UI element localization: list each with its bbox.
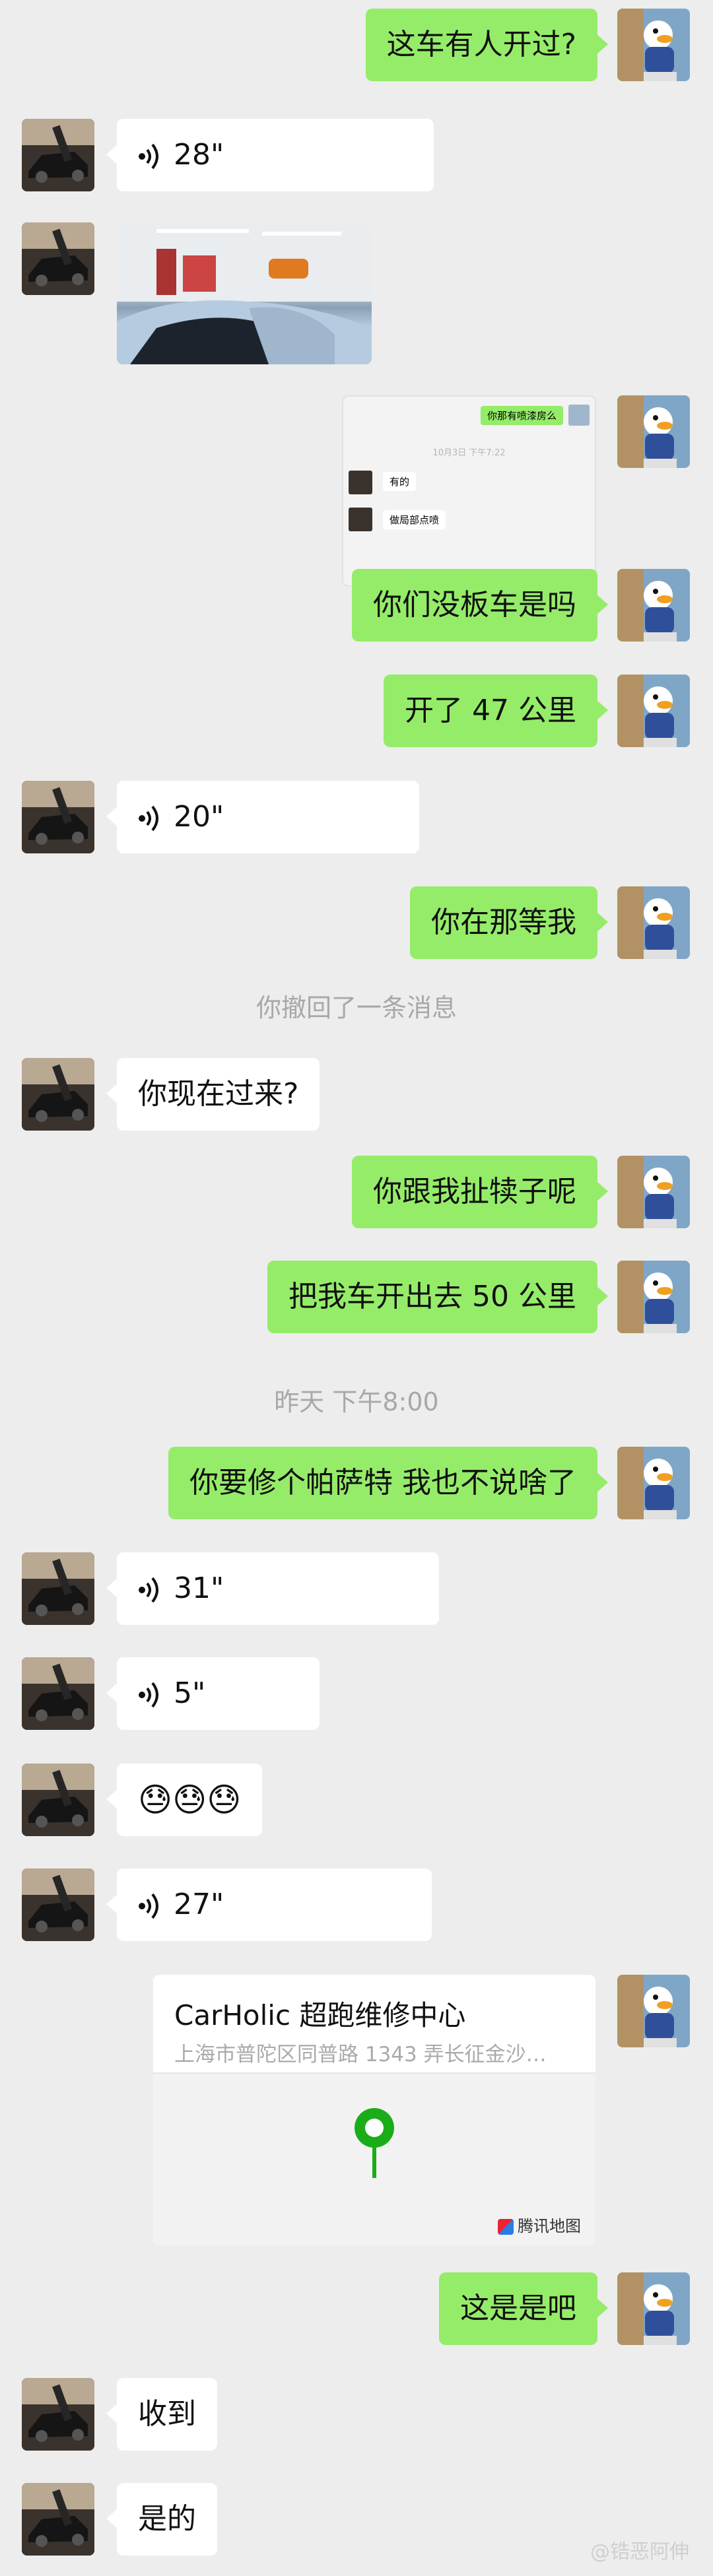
timestamp: 10月3日 下午7:22	[432, 448, 506, 458]
message-text: 你们没板车是吗	[373, 588, 576, 622]
message-bubble[interactable]: 你在那等我	[410, 886, 608, 959]
voice-wave-icon	[138, 142, 162, 171]
time-divider: 昨天 下午8:00	[274, 1387, 439, 1416]
voice-duration: 5"	[174, 1676, 206, 1710]
message-bubble[interactable]: 你们没板车是吗	[352, 569, 608, 642]
voice-message[interactable]: 20"	[106, 781, 419, 853]
quoted-message: 你那有喷漆房么	[480, 406, 563, 425]
message-text: 是的	[138, 2502, 196, 2536]
my-avatar[interactable]	[617, 886, 690, 959]
contact-avatar[interactable]	[22, 1868, 94, 1941]
emoji-message[interactable]: 😓😓😓	[106, 1764, 263, 1836]
message-text: 开了 47 公里	[405, 694, 576, 727]
my-avatar[interactable]	[617, 9, 690, 81]
message-text: 你跟我扯犊子呢	[373, 1175, 576, 1208]
message-text: 这车有人开过?	[386, 28, 576, 61]
contact-avatar[interactable]	[22, 2378, 94, 2451]
message-bubble[interactable]: 这是是吧	[439, 2272, 608, 2345]
photo-message[interactable]	[117, 222, 372, 364]
voice-message[interactable]: 28"	[106, 119, 434, 191]
message-bubble[interactable]: 收到	[106, 2378, 217, 2451]
contact-avatar[interactable]	[22, 1764, 94, 1836]
message-bubble[interactable]: 你要修个帕萨特 我也不说啥了	[168, 1447, 608, 1519]
location-title: CarHolic 超跑维修中心	[174, 1999, 466, 2031]
my-avatar[interactable]	[617, 1447, 690, 1519]
message-text: 收到	[138, 2397, 196, 2431]
message-bubble[interactable]: 把我车开出去 50 公里	[267, 1261, 608, 1333]
map-brand: 腾讯地图	[498, 2213, 581, 2236]
message-text: 把我车开出去 50 公里	[289, 1280, 576, 1313]
recall-notice: 你撤回了一条消息	[255, 993, 457, 1022]
voice-duration: 31"	[174, 1571, 224, 1605]
message-text: 你在那等我	[431, 906, 576, 939]
voice-duration: 20"	[174, 800, 224, 834]
mini-avatar	[568, 405, 590, 426]
voice-duration: 27"	[174, 1888, 224, 1921]
reply-message: 有的	[383, 472, 417, 491]
contact-avatar[interactable]	[22, 781, 94, 853]
message-bubble[interactable]: 你跟我扯犊子呢	[352, 1156, 608, 1228]
mini-avatar	[349, 508, 372, 531]
location-address: 上海市普陀区同普路 1343 弄长征金沙…	[174, 2043, 547, 2066]
my-avatar[interactable]	[617, 1156, 690, 1228]
voice-message[interactable]: 31"	[106, 1552, 439, 1625]
message-bubble[interactable]: 开了 47 公里	[384, 675, 608, 747]
watermark: @锆恶阿伸	[590, 2540, 689, 2563]
map-preview[interactable]: 腾讯地图	[153, 2072, 595, 2245]
my-avatar[interactable]	[617, 395, 690, 468]
mini-avatar	[349, 471, 372, 494]
message-bubble[interactable]: 这车有人开过?	[365, 9, 609, 81]
voice-wave-icon	[138, 1575, 162, 1604]
my-avatar[interactable]	[617, 1261, 690, 1333]
message-bubble[interactable]: 你现在过来?	[106, 1058, 320, 1131]
contact-avatar[interactable]	[22, 1552, 94, 1625]
message-text: 你现在过来?	[138, 1077, 299, 1111]
message-text: 这是是吧	[460, 2292, 576, 2325]
contact-avatar[interactable]	[22, 2483, 94, 2556]
contact-avatar[interactable]	[22, 1058, 94, 1131]
contact-avatar[interactable]	[22, 222, 94, 295]
voice-message[interactable]: 27"	[106, 1868, 432, 1941]
voice-wave-icon	[138, 1680, 162, 1709]
my-avatar[interactable]	[617, 2272, 690, 2345]
location-card[interactable]: CarHolic 超跑维修中心 上海市普陀区同普路 1343 弄长征金沙… 腾讯…	[153, 1975, 595, 2245]
my-avatar[interactable]	[617, 569, 690, 642]
my-avatar[interactable]	[617, 1975, 690, 2047]
voice-wave-icon	[138, 1892, 162, 1921]
voice-wave-icon	[138, 804, 162, 833]
screenshot-message[interactable]: 你那有喷漆房么 10月3日 下午7:22 有的 做局部点喷	[342, 395, 596, 587]
contact-avatar[interactable]	[22, 119, 94, 191]
reply-message: 做局部点喷	[383, 510, 446, 529]
my-avatar[interactable]	[617, 675, 690, 747]
message-bubble[interactable]: 是的	[106, 2483, 217, 2556]
map-brand-label: 腾讯地图	[518, 2217, 581, 2235]
message-text: 你要修个帕萨特 我也不说啥了	[189, 1466, 576, 1500]
message-text: 😓😓😓	[138, 1781, 242, 1819]
voice-duration: 28"	[174, 138, 224, 172]
voice-message[interactable]: 5"	[106, 1657, 320, 1730]
tencent-map-logo-icon	[498, 2219, 514, 2235]
contact-avatar[interactable]	[22, 1657, 94, 1730]
